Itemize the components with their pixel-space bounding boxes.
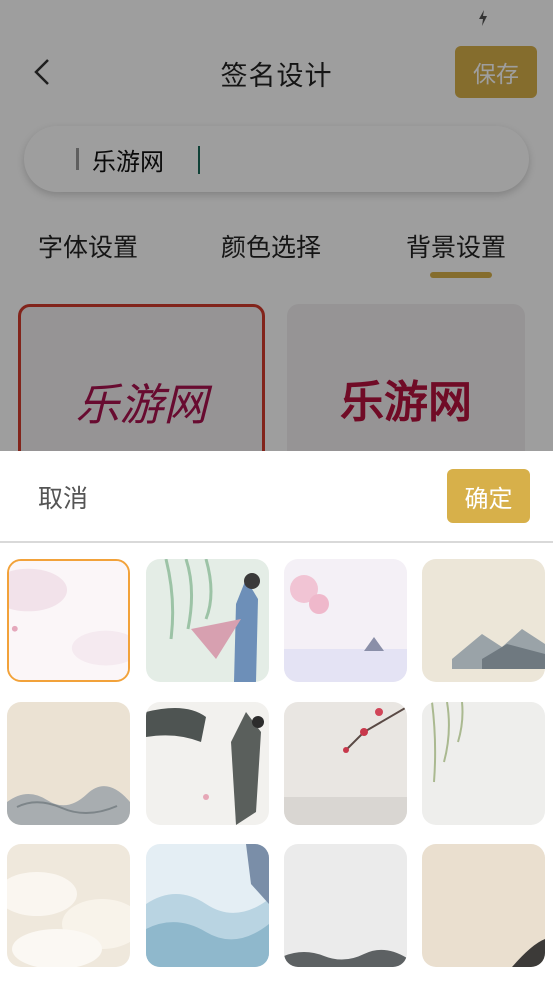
ink-figure-image <box>146 702 269 825</box>
background-option-willow-figure[interactable] <box>146 559 269 682</box>
beige-ink-hills-image <box>7 702 130 825</box>
background-option-clouds[interactable] <box>7 844 130 967</box>
background-option-pink-landscape[interactable] <box>284 559 407 682</box>
background-picker-sheet: 取消 确定 <box>0 451 553 983</box>
modal-dim-overlay[interactable] <box>0 0 553 451</box>
background-option-parchment[interactable] <box>422 844 545 967</box>
background-option-ink-mountains[interactable] <box>422 559 545 682</box>
sheet-header: 取消 确定 <box>0 451 553 543</box>
background-option-beige-ink-hills[interactable] <box>7 702 130 825</box>
blue-waves-image <box>146 844 269 967</box>
cancel-button[interactable]: 取消 <box>38 479 88 515</box>
willow-light-image <box>422 702 545 825</box>
clouds-image <box>7 844 130 967</box>
background-option-grey-horizon[interactable] <box>284 844 407 967</box>
background-option-willow-light[interactable] <box>422 702 545 825</box>
grey-horizon-image <box>284 844 407 967</box>
plum-blossom-image <box>284 702 407 825</box>
background-option-ink-figure[interactable] <box>146 702 269 825</box>
parchment-image <box>422 844 545 967</box>
pink-mist-image <box>9 561 128 680</box>
ink-mountains-image <box>422 559 545 682</box>
pink-landscape-image <box>284 559 407 682</box>
willow-figure-image <box>146 559 269 682</box>
background-option-plum-blossom[interactable] <box>284 702 407 825</box>
background-option-blue-waves[interactable] <box>146 844 269 967</box>
background-option-pink-mist[interactable] <box>7 559 130 682</box>
confirm-button[interactable]: 确定 <box>447 469 530 523</box>
